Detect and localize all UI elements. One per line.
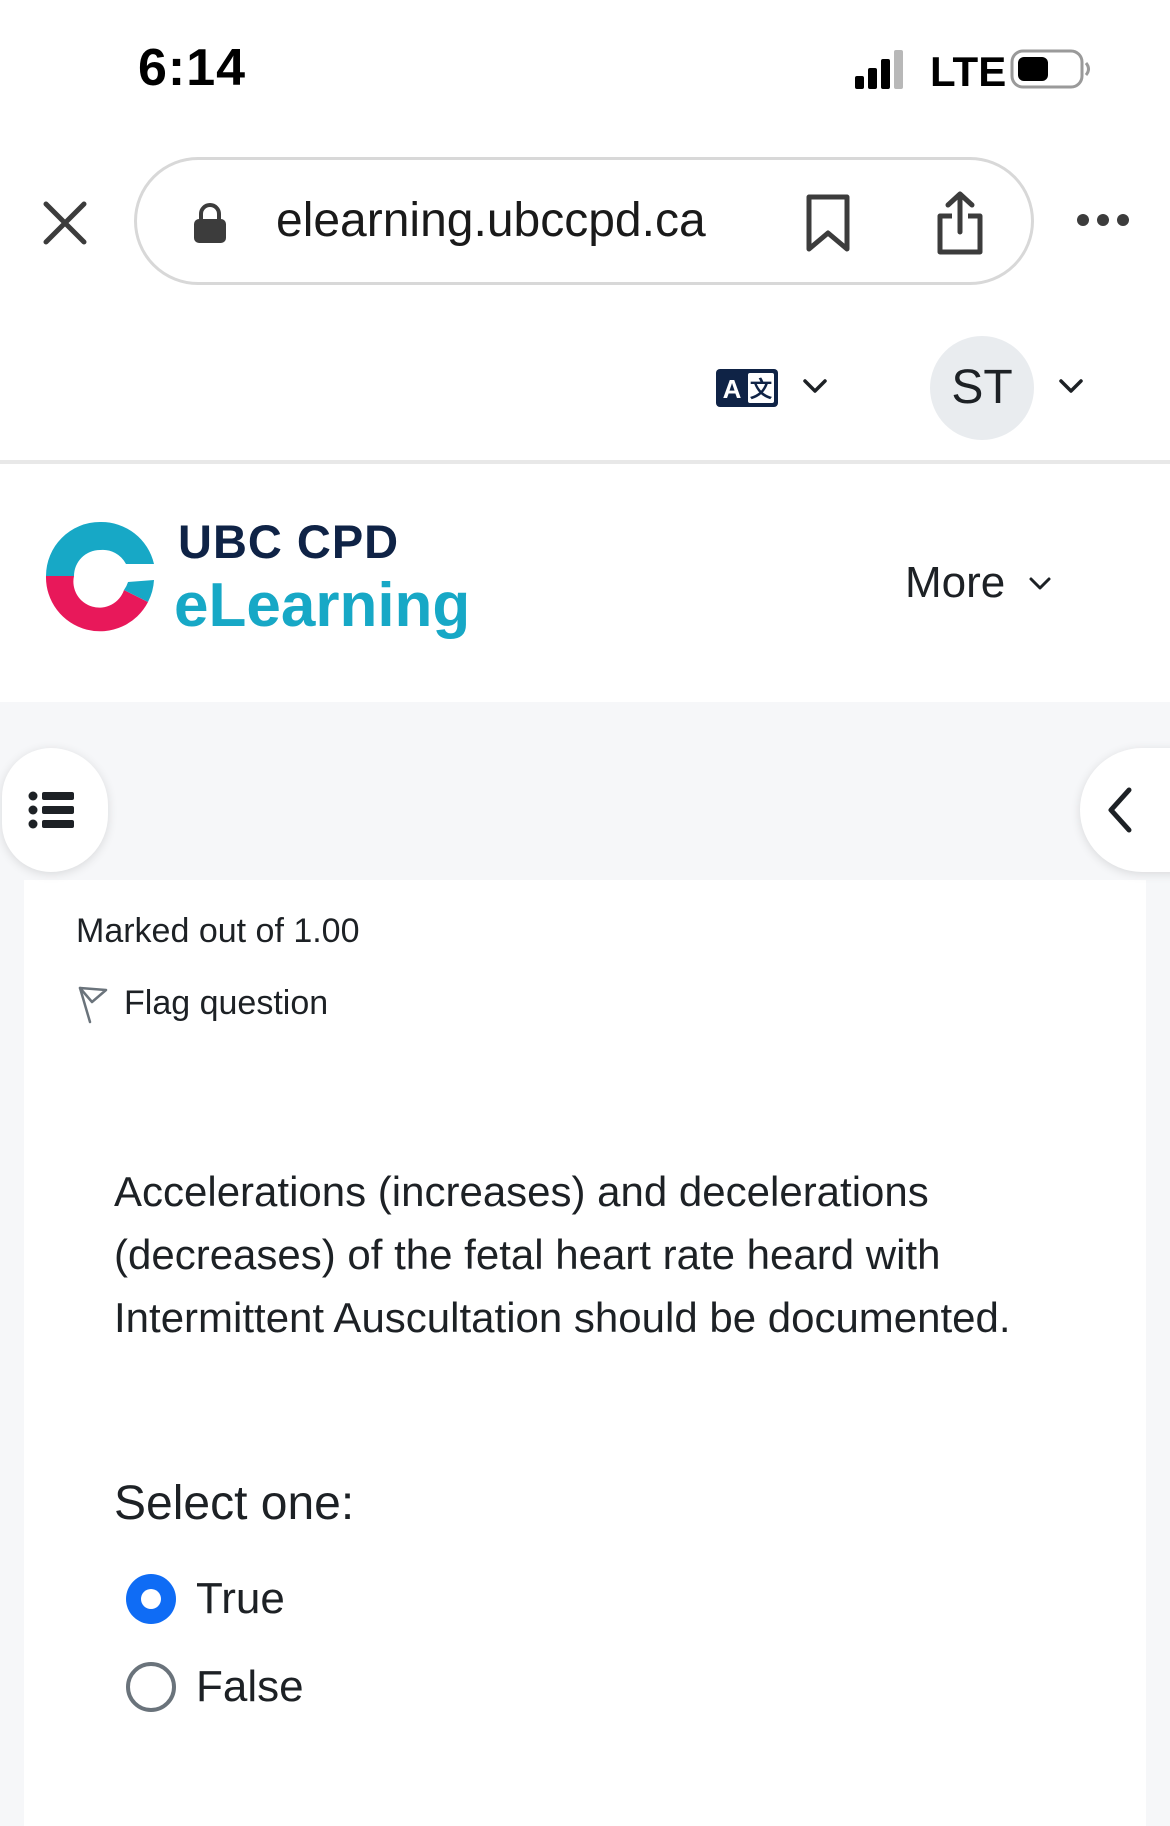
question-text: Accelerations (increases) and decelerati… bbox=[114, 1168, 1011, 1341]
answer-prompt: Select one: bbox=[114, 1477, 355, 1530]
url-text[interactable]: elearning.ubccpd.ca bbox=[276, 193, 706, 248]
more-menu-button[interactable]: More bbox=[905, 558, 1005, 608]
user-avatar[interactable]: ST bbox=[930, 336, 1034, 440]
close-icon[interactable] bbox=[40, 198, 90, 248]
flag-icon[interactable] bbox=[76, 986, 108, 1024]
divider bbox=[0, 460, 1170, 464]
logo-title: UBC CPD bbox=[178, 515, 400, 568]
network-type: LTE bbox=[930, 48, 1007, 95]
answer-option-label[interactable]: True bbox=[196, 1569, 285, 1629]
bookmark-icon[interactable] bbox=[804, 193, 852, 253]
signal-icon bbox=[855, 50, 903, 89]
question-grade-info: Marked out of 1.00 bbox=[76, 912, 360, 950]
chevron-down-icon[interactable] bbox=[802, 376, 828, 396]
share-icon[interactable] bbox=[934, 190, 986, 256]
answer-option-label[interactable]: False bbox=[196, 1657, 304, 1717]
more-horizontal-icon[interactable] bbox=[1075, 210, 1131, 230]
lock-icon bbox=[194, 203, 226, 243]
list-icon[interactable] bbox=[28, 790, 74, 830]
flag-question-link[interactable]: Flag question bbox=[124, 984, 328, 1023]
svg-text:文: 文 bbox=[750, 377, 773, 403]
translate-icon[interactable]: A 文 bbox=[716, 369, 778, 407]
battery-icon bbox=[1010, 49, 1090, 89]
chevron-left-icon[interactable] bbox=[1105, 786, 1135, 834]
chevron-down-icon[interactable] bbox=[1028, 575, 1052, 593]
status-time: 6:14 bbox=[138, 39, 247, 97]
logo-subtitle: eLearning bbox=[174, 571, 471, 640]
logo-icon[interactable] bbox=[44, 520, 156, 632]
svg-text:A: A bbox=[723, 374, 742, 404]
radio-button-selected[interactable] bbox=[126, 1574, 176, 1624]
radio-button[interactable] bbox=[126, 1662, 176, 1712]
chevron-down-icon[interactable] bbox=[1058, 376, 1084, 396]
